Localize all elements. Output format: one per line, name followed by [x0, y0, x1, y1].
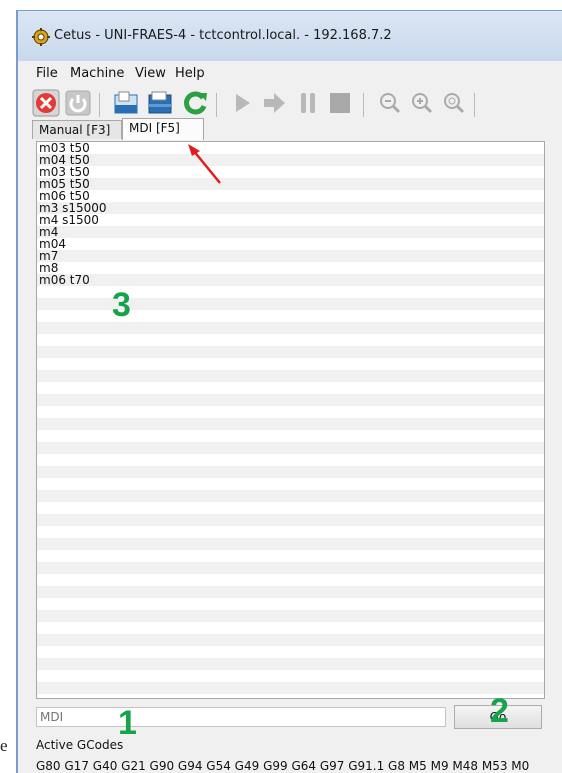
annotation-3: 3 — [112, 286, 131, 324]
annotation-arrow — [188, 144, 221, 184]
annotation-2: 2 — [490, 692, 509, 730]
annotation-1: 1 — [118, 704, 137, 742]
